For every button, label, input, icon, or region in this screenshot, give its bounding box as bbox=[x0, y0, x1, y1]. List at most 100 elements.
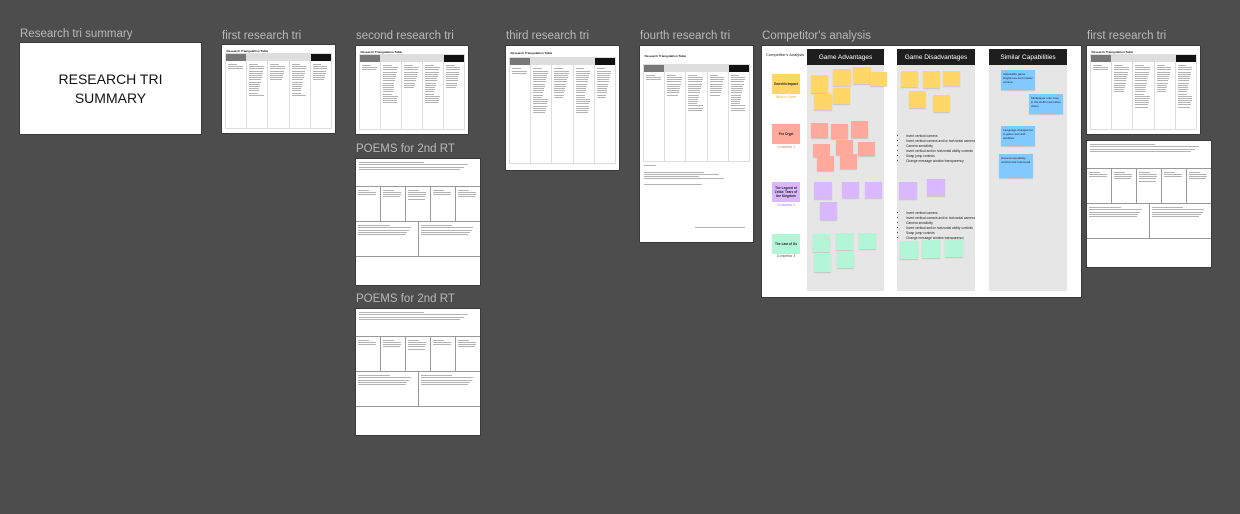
frame-first-research-tri-right[interactable]: Research Triangulation Table bbox=[1087, 46, 1200, 134]
table-column-header bbox=[289, 53, 310, 61]
sticky-note[interactable] bbox=[831, 124, 848, 139]
sticky-note[interactable] bbox=[837, 251, 854, 268]
table-column-header bbox=[552, 58, 573, 66]
doc-title: Research Triangulation Table bbox=[1091, 49, 1134, 54]
table-column bbox=[728, 64, 749, 161]
competitor-sub-3: Competitor 3 bbox=[776, 254, 796, 258]
sticky-note[interactable] bbox=[842, 182, 859, 198]
sticky-note[interactable] bbox=[870, 72, 887, 86]
poems-cell bbox=[356, 372, 419, 407]
frame-research-summary[interactable]: RESEARCH TRI SUMMARY bbox=[20, 43, 201, 134]
similar-note-2[interactable]: Language changes for in-game text and su… bbox=[1001, 126, 1035, 146]
sticky-note[interactable] bbox=[900, 241, 918, 259]
table-column bbox=[289, 53, 311, 128]
frame-label-third[interactable]: third research tri bbox=[506, 30, 589, 42]
column-header-advantages: Game Advantages bbox=[807, 49, 884, 65]
sticky-note[interactable] bbox=[901, 71, 918, 87]
table-column bbox=[1154, 54, 1176, 129]
competitor-card-0[interactable]: Genshin Impact bbox=[772, 74, 800, 94]
frame-label-first[interactable]: first research tri bbox=[222, 30, 301, 42]
sticky-note[interactable] bbox=[814, 254, 831, 272]
poems-cell bbox=[431, 336, 456, 371]
doc-title: Research Triangulation Table bbox=[360, 49, 403, 54]
triangulation-table bbox=[225, 52, 332, 129]
frame-poems-1[interactable] bbox=[356, 159, 480, 285]
table-column bbox=[422, 54, 444, 129]
competitor-card-3[interactable]: The Last of Us bbox=[772, 234, 800, 254]
sticky-note[interactable] bbox=[814, 94, 832, 110]
sticky-note[interactable] bbox=[817, 156, 834, 171]
doc-title: Research Triangulation Table bbox=[226, 48, 269, 53]
frame-fourth-research-tri[interactable]: Research Triangulation Table bbox=[640, 46, 753, 242]
frame-third-research-tri[interactable]: Research Triangulation Table bbox=[506, 46, 619, 170]
table-column-header bbox=[268, 53, 289, 61]
sticky-note[interactable] bbox=[836, 140, 853, 155]
triangulation-table bbox=[359, 53, 465, 130]
sticky-note[interactable] bbox=[833, 69, 851, 86]
sticky-note[interactable] bbox=[945, 239, 963, 257]
frame-poems-2[interactable] bbox=[356, 309, 480, 435]
frame-label-competitor[interactable]: Competitor's analysis bbox=[762, 30, 871, 42]
poems-cell bbox=[1162, 168, 1187, 203]
sticky-note[interactable] bbox=[865, 182, 882, 198]
competitor-card-1[interactable]: Fez Crypt bbox=[772, 124, 800, 144]
table-column-header bbox=[247, 53, 268, 61]
sticky-note[interactable] bbox=[933, 95, 950, 112]
sticky-note[interactable] bbox=[943, 71, 960, 86]
triangulation-table bbox=[1090, 53, 1197, 130]
frame-first-research-tri[interactable]: Research Triangulation Table bbox=[222, 45, 335, 133]
table-column bbox=[268, 53, 290, 128]
poems-cell bbox=[1087, 168, 1112, 203]
sticky-note[interactable] bbox=[927, 179, 945, 196]
sticky-note[interactable] bbox=[820, 202, 837, 220]
table-column-header bbox=[573, 58, 594, 66]
frame-label-summary[interactable]: Research tri summary bbox=[20, 28, 132, 40]
sticky-note[interactable] bbox=[851, 121, 868, 138]
frame-competitor-analysis[interactable]: Competitor's Analysis Game Advantages Ga… bbox=[762, 46, 1081, 297]
table-column-header bbox=[381, 54, 402, 62]
sticky-note[interactable] bbox=[923, 71, 940, 88]
poems-cell bbox=[381, 336, 406, 371]
poems-cell bbox=[456, 187, 480, 221]
similar-note-1[interactable]: Multiplayer mini map in the HUD maximize… bbox=[1029, 94, 1063, 114]
sticky-note[interactable] bbox=[899, 182, 917, 199]
similar-note-3[interactable]: Camera sensitivity, vertical and horizon… bbox=[999, 154, 1033, 178]
sticky-note[interactable] bbox=[833, 88, 850, 104]
frame-label-first-right[interactable]: first research tri bbox=[1087, 30, 1166, 42]
sticky-note[interactable] bbox=[836, 233, 853, 250]
disadvantage-bullets-2: Invert vertical camera Invert vertical c… bbox=[901, 211, 991, 241]
table-column bbox=[594, 58, 615, 163]
design-canvas[interactable]: Research tri summary RESEARCH TRI SUMMAR… bbox=[0, 0, 1240, 514]
table-column bbox=[686, 64, 708, 161]
sticky-note[interactable] bbox=[814, 182, 832, 199]
table-column bbox=[381, 54, 403, 129]
sticky-note[interactable] bbox=[811, 75, 828, 93]
table-column-header bbox=[1133, 54, 1154, 62]
table-column-header bbox=[665, 64, 686, 72]
frame-label-fourth[interactable]: fourth research tri bbox=[640, 30, 730, 42]
sticky-note[interactable] bbox=[853, 67, 871, 84]
table-column-header bbox=[402, 54, 422, 62]
poems-header bbox=[1087, 141, 1211, 169]
frame-poems-right[interactable] bbox=[1087, 141, 1211, 267]
frame-second-research-tri[interactable]: Research Triangulation Table bbox=[356, 46, 468, 134]
table-column bbox=[510, 58, 532, 163]
poems-cell bbox=[419, 222, 481, 256]
sticky-note[interactable] bbox=[811, 123, 828, 138]
poems-cell bbox=[456, 337, 480, 371]
triangulation-table bbox=[509, 57, 616, 164]
frame-label-poems-1[interactable]: POEMS for 2nd RT bbox=[356, 143, 455, 155]
sticky-note[interactable] bbox=[859, 233, 876, 249]
poems-cell bbox=[356, 336, 381, 371]
similar-note-0[interactable]: Adjustable game brightness and master vo… bbox=[1001, 70, 1035, 90]
sticky-note[interactable] bbox=[858, 142, 875, 156]
sticky-note[interactable] bbox=[909, 91, 926, 108]
sticky-note[interactable] bbox=[922, 240, 940, 258]
table-column-header bbox=[422, 54, 443, 62]
frame-label-second[interactable]: second research tri bbox=[356, 30, 454, 42]
frame-label-poems-2[interactable]: POEMS for 2nd RT bbox=[356, 293, 455, 305]
sticky-note[interactable] bbox=[840, 154, 857, 169]
sticky-note[interactable] bbox=[813, 234, 830, 252]
competitor-card-2[interactable]: The Legend of Zelda: Tears of the Kingdo… bbox=[772, 182, 800, 202]
poems-cell bbox=[1187, 169, 1211, 203]
